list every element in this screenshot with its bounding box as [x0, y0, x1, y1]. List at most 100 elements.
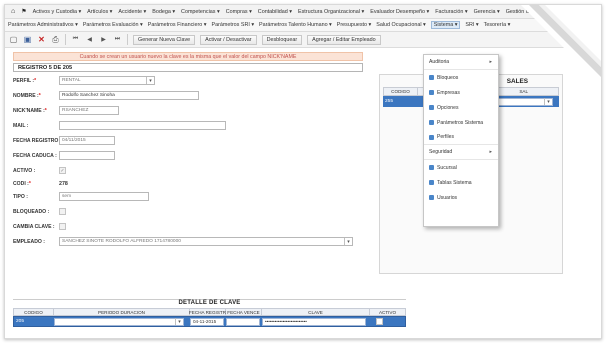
- fecha-caduca-row: FECHA CADUCA :: [13, 149, 363, 162]
- save-icon[interactable]: ▣: [23, 35, 32, 44]
- empleado-select[interactable]: SANCHEZ SINOTE RODOLFO ALFREDO 171478000…: [59, 237, 353, 246]
- menu-item-empresas[interactable]: Empresas: [424, 85, 498, 100]
- menu-activos[interactable]: Activos y Custodia ▾: [33, 9, 82, 15]
- detail-codigo: 205: [16, 319, 25, 324]
- form-icon: [429, 134, 434, 140]
- previous-record-icon[interactable]: ◀: [85, 35, 94, 44]
- nick-row: NICK'NAME :* RSANCHEZ: [13, 104, 363, 117]
- detail-fecha-registro[interactable]: 04-11-2015: [190, 317, 224, 326]
- codi-row: CODI :* 278: [13, 179, 363, 188]
- bloqueado-checkbox[interactable]: [59, 208, 66, 215]
- codi-value: 278: [59, 180, 68, 187]
- toolbar-divider: [127, 34, 128, 45]
- detail-title: DETALLE DE CLAVE: [13, 299, 406, 308]
- app-window: ⌂ ⚑ Activos y Custodia ▾ Artículos ▾ Acc…: [4, 4, 602, 339]
- unlock-button[interactable]: Desbloquear: [261, 34, 303, 45]
- menu-gerencia[interactable]: Gerencia ▾: [474, 9, 500, 15]
- menu-item-usuarios[interactable]: Usuarios: [424, 190, 498, 205]
- column-fecha-registro[interactable]: FECHA REGISTR: [189, 309, 226, 315]
- menu-evaluador[interactable]: Evaluador Desempeño ▾: [370, 9, 429, 15]
- tipo-label: TIPO :: [13, 193, 28, 200]
- menu-param-evaluacion[interactable]: Parámetros Evaluación ▾: [83, 22, 143, 28]
- bloqueado-label: BLOQUEADO :: [13, 208, 50, 215]
- column-fecha-vence[interactable]: FECHA VENCE: [226, 309, 262, 315]
- menu-sri[interactable]: SRI ▾: [465, 22, 478, 28]
- column-codigo[interactable]: CODIGO: [14, 309, 54, 315]
- menu-param-financiero[interactable]: Parámetros Financiero ▾: [148, 22, 207, 28]
- tipo-row: TIPO : sem: [13, 190, 363, 203]
- menu-item-perfiles[interactable]: Perfiles: [424, 130, 498, 145]
- column-clave[interactable]: CLAVE: [262, 309, 370, 315]
- fecha-registro-row: FECHA REGISTRO : 04/11/2015: [13, 134, 363, 147]
- menu-item-tablas-sistema[interactable]: Tablas Sistema: [424, 175, 498, 190]
- menu-presupuesto[interactable]: Presupuesto ▾: [337, 22, 371, 28]
- menu-item-opciones[interactable]: Opciones: [424, 100, 498, 115]
- menu-sistema[interactable]: Sistema ▾: [430, 21, 461, 29]
- generate-key-button[interactable]: Generar Nueva Clave: [133, 34, 196, 45]
- column-codigo[interactable]: CODIGO: [384, 88, 418, 95]
- cambia-clave-checkbox[interactable]: [59, 223, 66, 230]
- menu-item-auditoria[interactable]: Auditoria ▸: [424, 55, 498, 70]
- menu-param-sri[interactable]: Parámetros SRI ▾: [211, 22, 254, 28]
- last-record-icon[interactable]: ⏭: [113, 35, 122, 44]
- fecha-caduca-field[interactable]: [59, 151, 115, 160]
- next-record-icon[interactable]: ▶: [99, 35, 108, 44]
- record-counter: REGISTRO 5 DE 205: [13, 63, 363, 72]
- pin-icon[interactable]: ⚑: [21, 8, 26, 15]
- menu-tesoreria[interactable]: Tesorería ▾: [484, 22, 511, 28]
- activate-button[interactable]: Activar / Desactivar: [200, 34, 257, 45]
- menu-estructura[interactable]: Estructura Organizacional ▾: [298, 9, 364, 15]
- toolbar: ▢ ▣ ✕ ⎙ ⏮ ◀ ▶ ⏭ Generar Nueva Clave Acti…: [5, 32, 601, 48]
- nombre-row: NOMBRE :* Rodolfo Sanchez Sinoha: [13, 89, 363, 102]
- print-icon[interactable]: ⎙: [51, 35, 60, 44]
- chevron-down-icon: ▾: [544, 98, 552, 105]
- detail-activo-checkbox[interactable]: [376, 318, 383, 325]
- menu-contabilidad[interactable]: Contabilidad ▾: [258, 9, 292, 15]
- form-icon: [429, 165, 434, 170]
- detail-clave[interactable]: ••••••••••••••••••••••••••: [262, 317, 366, 326]
- detail-fecha-vence[interactable]: [226, 317, 260, 326]
- menu-facturacion[interactable]: Facturación ▾: [435, 9, 467, 15]
- form-icon: [429, 75, 434, 80]
- mail-field[interactable]: [59, 121, 226, 130]
- nombre-field[interactable]: Rodolfo Sanchez Sinoha: [59, 91, 199, 100]
- menu-item-seguridad[interactable]: Seguridad ▸: [424, 145, 498, 160]
- menu-salud[interactable]: Salud Ocupacional ▾: [376, 22, 425, 28]
- menu-item-bloqueos[interactable]: Bloqueos: [424, 70, 498, 85]
- tipo-field[interactable]: sem: [59, 192, 149, 201]
- mail-row: MAIL :: [13, 119, 363, 132]
- new-document-icon[interactable]: ▢: [9, 35, 18, 44]
- menu-articulos[interactable]: Artículos ▾: [87, 9, 112, 15]
- menu-item-sucursal[interactable]: Sucursal: [424, 160, 498, 175]
- menu-compras[interactable]: Compras ▾: [226, 9, 252, 15]
- chevron-down-icon: ▾: [146, 77, 154, 84]
- detail-periodo-select[interactable]: ▾: [54, 317, 184, 326]
- add-employee-button[interactable]: Agregar / Editar Empleado: [307, 34, 381, 45]
- detail-grid-row[interactable]: 205 ▾ 04-11-2015 •••••••••••••••••••••••…: [13, 316, 406, 327]
- fecha-registro-field[interactable]: 04/11/2015: [59, 136, 115, 145]
- first-record-icon[interactable]: ⏮: [71, 35, 80, 44]
- menu-competencias[interactable]: Competencias ▾: [181, 9, 220, 15]
- column-activo[interactable]: ACTIVO: [370, 309, 405, 315]
- activo-row: ACTIVO : ✓: [13, 164, 363, 177]
- menu-accidente[interactable]: Accidente ▾: [118, 9, 146, 15]
- delete-icon[interactable]: ✕: [37, 35, 46, 44]
- home-icon[interactable]: ⌂: [11, 8, 15, 15]
- form-icon: [429, 105, 434, 110]
- nick-field[interactable]: RSANCHEZ: [59, 106, 119, 115]
- chevron-right-icon: ▸: [489, 59, 492, 65]
- menu-item-parametros-sistema[interactable]: Parámetros Sistema: [424, 115, 498, 130]
- activo-checkbox[interactable]: ✓: [59, 167, 66, 174]
- perfil-select[interactable]: RENTAL ▾: [59, 76, 155, 85]
- chevron-down-icon: ▾: [344, 238, 352, 245]
- sistema-dropdown: Auditoria ▸ Bloqueos Empresas Opciones Pa…: [423, 54, 499, 227]
- menu-param-talento[interactable]: Parámetros Talento Humano ▾: [259, 22, 332, 28]
- mail-label: MAIL :: [13, 122, 29, 129]
- toolbar-divider: [65, 34, 66, 45]
- warning-banner: Cuando se crean un usuario nuevo la clav…: [13, 52, 363, 61]
- column-periodo[interactable]: PERIODO DURACION: [54, 309, 190, 315]
- menu-param-admin[interactable]: Parámetros Administrativos ▾: [8, 22, 78, 28]
- user-form: Cuando se crean un usuario nuevo la clav…: [13, 52, 363, 282]
- menu-bodega[interactable]: Bodega ▾: [152, 9, 175, 15]
- menu-talento[interactable]: Gestión de Talento Hu: [506, 9, 559, 15]
